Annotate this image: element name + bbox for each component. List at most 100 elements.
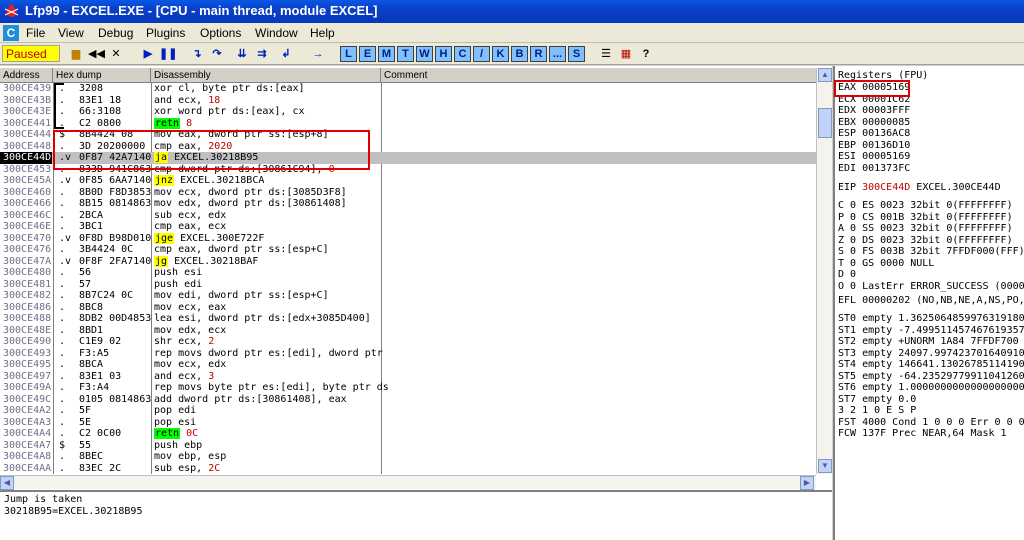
register-edx[interactable]: EDX 00003FFF <box>838 105 910 117</box>
efl-line[interactable]: EFL 00000202 (NO,NB,NE,A,NS,PO,GE <box>838 295 1024 307</box>
menu-window[interactable]: Window <box>255 26 298 40</box>
patches-window-button[interactable]: / <box>473 46 490 62</box>
disasm-row[interactable]: 300CE460. 8B0D F8D3853 mov ecx, dword ptr … <box>0 187 816 199</box>
disasm-row[interactable]: 300CE43B. 83E1 18 and ecx, 18 <box>0 95 816 107</box>
disasm-row[interactable]: 300CE482. 8B7C24 0C mov edi, dword ptr ss:… <box>0 290 816 302</box>
goto-icon[interactable]: → <box>310 46 326 62</box>
run-icon[interactable]: ▶ <box>140 46 156 62</box>
register-edi[interactable]: EDI 001373FC <box>838 163 910 175</box>
close-icon[interactable]: ✕ <box>108 46 124 62</box>
list-icon[interactable]: ☰ <box>598 46 614 62</box>
menu-help[interactable]: Help <box>310 26 335 40</box>
disasm-row[interactable]: 300CE47A .v 0F8F 2FA7140 jg EXCEL.30218BAF <box>0 255 816 268</box>
fpu-register[interactable]: ST1 empty -7.4995114574676193570e <box>838 325 1024 337</box>
step-over-icon[interactable]: ↷ <box>209 46 225 62</box>
scroll-right-icon[interactable]: ▶ <box>800 476 814 490</box>
step-into-icon[interactable]: ↴ <box>189 46 205 62</box>
disasm-row[interactable]: 300CE4A7 $55 push ebp <box>0 440 816 452</box>
call-stack-button[interactable]: K <box>492 46 509 62</box>
fpu-register[interactable]: ST4 empty 146641.13026785114190 <box>838 359 1024 371</box>
flag-row[interactable]: S 0 FS 003B 32bit 7FFDF000(FFF) <box>838 246 1024 258</box>
scroll-thumb[interactable] <box>818 108 832 138</box>
disasm-row[interactable]: 300CE4AA. 83EC 2C sub esp, 2C <box>0 463 816 475</box>
flag-row[interactable]: A 0 SS 0023 32bit 0(FFFFFFFF) <box>838 223 1013 235</box>
disasm-row[interactable]: 300CE4A4. C2 0C00 retn 0C <box>0 428 816 440</box>
cpu-window-icon[interactable]: C <box>3 25 19 41</box>
breakpoints-button[interactable]: B <box>511 46 528 62</box>
fst-line[interactable]: FST 4000 Cond 1 0 0 0 Err 0 0 0 <box>838 417 1024 429</box>
disasm-row[interactable]: 300CE49C. 0105 0814863 add dword ptr ds:[3… <box>0 394 816 406</box>
disasm-row[interactable]: 300CE4A2. 5F pop edi <box>0 405 816 417</box>
scroll-up-icon[interactable]: ▲ <box>818 68 832 82</box>
disasm-row[interactable]: 300CE490. C1E9 02 shr ecx, 2 <box>0 336 816 348</box>
register-esi[interactable]: ESI 00005169 <box>838 151 910 163</box>
threads-window-button[interactable]: T <box>397 46 414 62</box>
pause-icon[interactable]: ❚❚ <box>159 46 177 62</box>
menu-file[interactable]: File <box>26 26 45 40</box>
disasm-row[interactable]: 300CE466. 8B15 0814863 mov edx, dword ptr … <box>0 198 816 210</box>
log-window-button[interactable]: L <box>340 46 357 62</box>
open-file-icon[interactable]: ▆ <box>68 46 84 62</box>
disasm-row[interactable]: 300CE46E. 3BC1 cmp eax, ecx <box>0 221 816 233</box>
disasm-row[interactable]: 300CE493. F3:A5 rep movs dword ptr es:[edi… <box>0 348 816 360</box>
trace-over-icon[interactable]: ⇉ <box>254 46 270 62</box>
fcw-line[interactable]: FCW 137F Prec NEAR,64 Mask 1 <box>838 428 1007 440</box>
disasm-row[interactable]: 300CE441. C2 0800 retn 8 <box>0 117 816 130</box>
disasm-row[interactable]: 300CE48E. 8BD1 mov edx, ecx <box>0 325 816 337</box>
disasm-row[interactable]: 300CE4A3. 5E pop esi <box>0 417 816 429</box>
flag-row[interactable]: P 0 CS 001B 32bit 0(FFFFFFFF) <box>838 212 1013 224</box>
fpu-register[interactable]: ST6 empty 1.0000000000000000000 <box>838 382 1024 394</box>
menu-options[interactable]: Options <box>200 26 241 40</box>
trace-into-icon[interactable]: ⇊ <box>234 46 250 62</box>
help-icon[interactable]: ? <box>638 46 654 62</box>
flag-row[interactable]: T 0 GS 0000 NULL <box>838 258 934 270</box>
handles-window-button[interactable]: H <box>435 46 452 62</box>
disasm-row[interactable]: 300CE476. 3B4424 0C cmp eax, dword ptr ss:… <box>0 244 816 256</box>
memory-window-button[interactable]: M <box>378 46 395 62</box>
flag-row[interactable]: C 0 ES 0023 32bit 0(FFFFFFFF) <box>838 200 1013 212</box>
flag-row[interactable]: D 0 <box>838 269 856 281</box>
disasm-row[interactable]: 300CE486. 8BC8 mov ecx, eax <box>0 302 816 314</box>
disasm-row[interactable]: 300CE43E. 66:3108 xor word ptr ds:[eax], c… <box>0 106 816 118</box>
run-trace-button[interactable]: ... <box>549 46 566 62</box>
restart-icon[interactable]: ◀◀ <box>88 46 105 62</box>
register-eip[interactable]: EIP 300CE44D EXCEL.300CE44D <box>838 182 1001 194</box>
fpu-register[interactable]: ST3 empty 24097.997423701640910 <box>838 348 1024 360</box>
disasm-row[interactable]: 300CE495. 8BCA mov ecx, edx <box>0 359 816 371</box>
disasm-row[interactable]: 300CE470 .v 0F8D B98D010 jge EXCEL.300E722F <box>0 232 816 245</box>
source-button[interactable]: S <box>568 46 585 62</box>
disasm-row[interactable]: 300CE49A. F3:A4 rep movs byte ptr es:[edi]… <box>0 382 816 394</box>
disasm-row[interactable]: 300CE45A .v 0F85 6AA7140 jnz EXCEL.30218BCA <box>0 175 816 187</box>
disasm-row[interactable]: 300CE488. 8DB2 00D4853 lea esi, dword ptr … <box>0 313 816 325</box>
register-esp[interactable]: ESP 00136AC8 <box>838 128 910 140</box>
disasm-row[interactable]: 300CE4A8. 8BEC mov ebp, esp <box>0 451 816 463</box>
vertical-scrollbar[interactable]: ▲ ▼ <box>816 68 832 474</box>
menu-debug[interactable]: Debug <box>98 26 133 40</box>
grid-icon[interactable]: ▦ <box>618 46 634 62</box>
modules-window-button[interactable]: E <box>359 46 376 62</box>
register-ebp[interactable]: EBP 00136D10 <box>838 140 910 152</box>
fpu-register[interactable]: ST5 empty -64.235297799110412600 <box>838 371 1024 383</box>
disasm-row[interactable]: 300CE481. 57 push edi <box>0 279 816 291</box>
cpu-window-button[interactable]: C <box>454 46 471 62</box>
horizontal-scrollbar[interactable]: ◀ ▶ <box>0 475 816 490</box>
fpu-register[interactable]: ST0 empty 1.3625064859976319180e- <box>838 313 1024 325</box>
col-address[interactable]: Address <box>0 68 53 83</box>
execute-till-return-icon[interactable]: ↲ <box>278 46 294 62</box>
disasm-row[interactable]: 300CE480. 56 push esi <box>0 267 816 279</box>
scroll-down-icon[interactable]: ▼ <box>818 459 832 473</box>
disasm-row[interactable]: 300CE439. 3208 xor cl, byte ptr ds:[eax] <box>0 83 816 95</box>
col-disassembly[interactable]: Disassembly <box>151 68 381 83</box>
disasm-row[interactable]: 300CE46C. 2BCA sub ecx, edx <box>0 210 816 222</box>
scroll-left-icon[interactable]: ◀ <box>0 476 14 490</box>
menu-plugins[interactable]: Plugins <box>146 26 185 40</box>
fpu-register[interactable]: ST7 empty 0.0 <box>838 394 916 406</box>
references-button[interactable]: R <box>530 46 547 62</box>
windows-window-button[interactable]: W <box>416 46 433 62</box>
col-hex-dump[interactable]: Hex dump <box>53 68 151 83</box>
col-comment[interactable]: Comment <box>381 68 816 83</box>
fpu-register[interactable]: ST2 empty +UNORM 1A84 7FFDF700 AD <box>838 336 1024 348</box>
registers-pane[interactable]: Registers (FPU) EIP 300CE44D EXCEL.300CE… <box>833 66 1024 540</box>
menu-view[interactable]: View <box>58 26 84 40</box>
flag-row[interactable]: O 0 LastErr ERROR_SUCCESS (00000 <box>838 281 1024 293</box>
